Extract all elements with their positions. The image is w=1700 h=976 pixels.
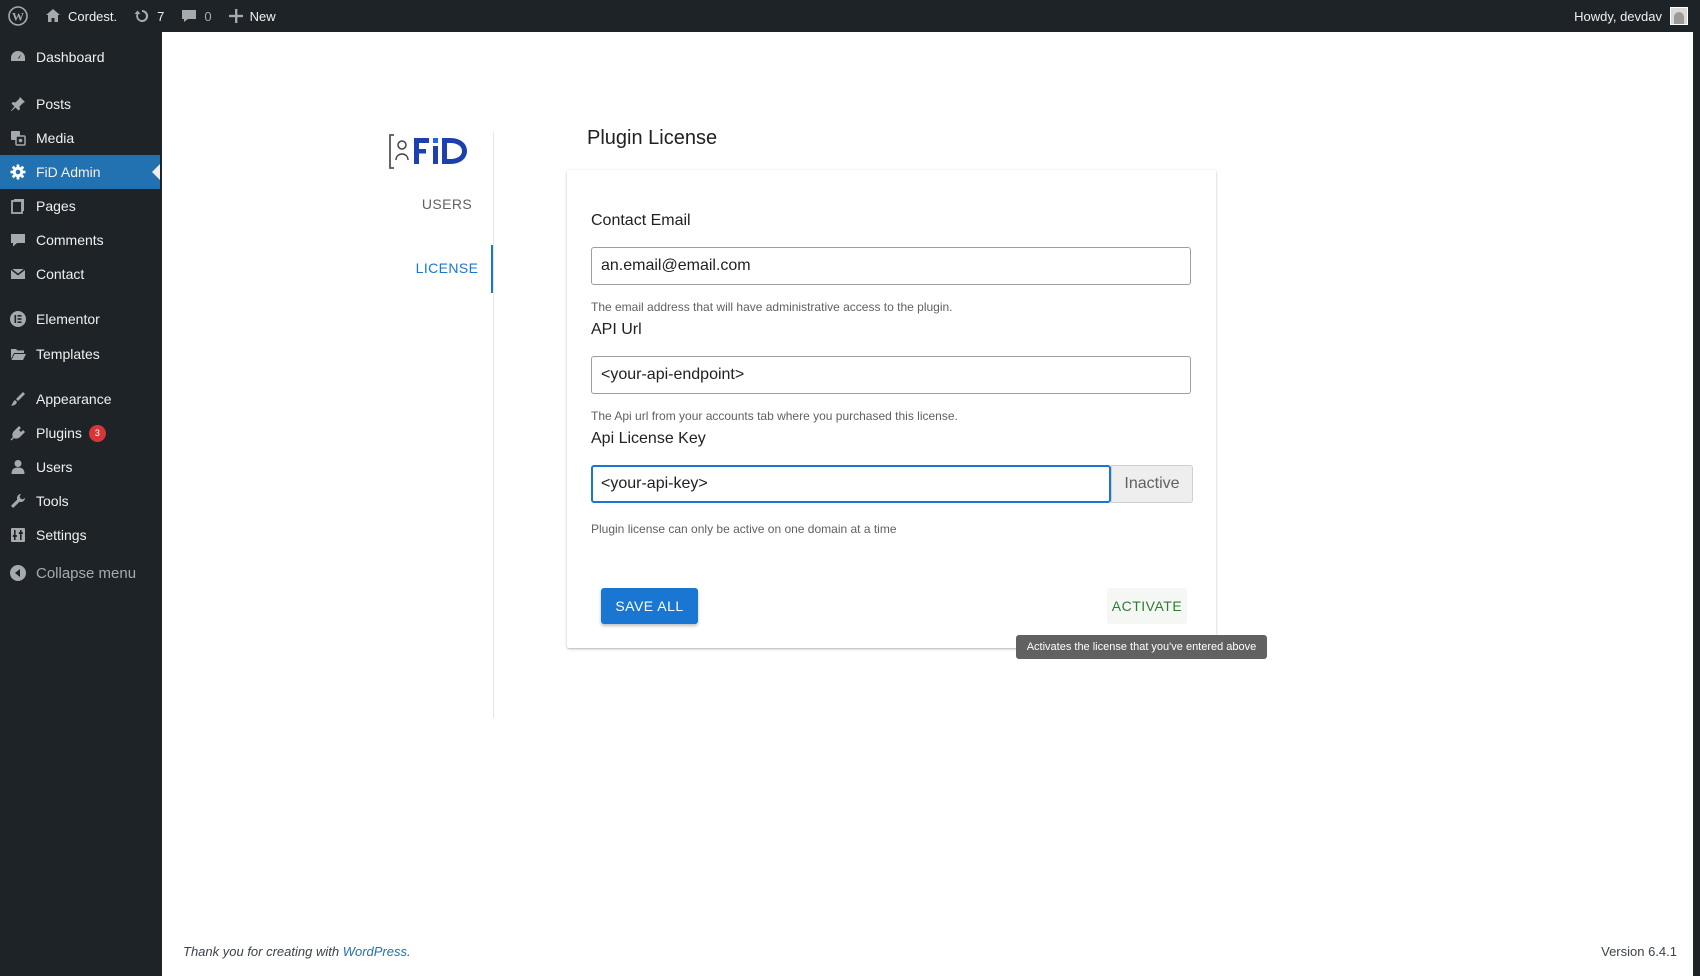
updates-icon <box>134 9 149 22</box>
updates-link[interactable]: 7 <box>125 0 172 32</box>
sidebar-item-label: Comments <box>36 232 104 248</box>
sidebar-item-label: Users <box>36 459 73 475</box>
plugin-icon <box>10 426 25 441</box>
sidebar-item-label: Settings <box>36 527 87 543</box>
comments-link[interactable]: 0 <box>172 0 219 32</box>
sidebar-item-label: Contact <box>36 266 85 282</box>
avatar <box>1670 7 1688 25</box>
brush-icon <box>11 392 25 406</box>
pages-icon <box>11 199 24 214</box>
sidebar-item-label: Elementor <box>36 311 100 327</box>
sidebar-item-pages[interactable]: Pages <box>0 189 160 223</box>
tab-license[interactable]: LICENSE <box>387 260 507 276</box>
site-name-link[interactable]: Cordest. <box>36 0 125 32</box>
admin-sidebar: Dashboard Posts Media FiD Admin Pages Co… <box>0 32 160 976</box>
plugins-update-badge: 3 <box>88 424 106 442</box>
sidebar-item-label: Appearance <box>36 391 112 407</box>
api-key-help: Plugin license can only be active on one… <box>591 522 897 536</box>
sidebar-item-fid-admin[interactable]: FiD Admin <box>0 155 160 189</box>
dashboard-icon <box>11 51 25 61</box>
api-url-field[interactable] <box>591 356 1191 394</box>
updates-count: 7 <box>157 8 165 24</box>
api-url-help: The Api url from your accounts tab where… <box>591 409 958 423</box>
plus-icon <box>228 9 243 23</box>
wordpress-logo-button[interactable]: W <box>0 0 36 32</box>
media-icon <box>11 131 26 146</box>
sidebar-item-elementor[interactable]: Elementor <box>0 302 160 336</box>
contact-email-label: Contact Email <box>591 212 691 229</box>
footer-thanks-text: Thank you for creating with <box>183 944 343 959</box>
sidebar-item-label: FiD Admin <box>36 164 101 180</box>
active-tab-indicator <box>491 245 493 293</box>
mail-icon <box>10 268 26 279</box>
footer-thanks: Thank you for creating with WordPress. <box>183 944 411 959</box>
admin-bar: W Cordest. 7 0 New Howdy, devdav <box>0 0 1700 32</box>
sidebar-item-dashboard[interactable]: Dashboard <box>0 40 160 74</box>
activate-button[interactable]: ACTIVATE <box>1107 588 1187 624</box>
contact-email-help: The email address that will have adminis… <box>591 300 953 314</box>
collapse-icon <box>10 565 26 581</box>
comments-count: 0 <box>204 8 212 24</box>
sidebar-item-contact[interactable]: Contact <box>0 257 160 291</box>
api-key-label: Api License Key <box>591 430 706 447</box>
settings-icon <box>11 528 25 542</box>
home-icon <box>46 9 60 22</box>
collapse-menu-label: Collapse menu <box>36 564 137 582</box>
api-url-label: API Url <box>591 321 642 338</box>
page-title: Plugin License <box>587 127 718 149</box>
sidebar-item-templates[interactable]: Templates <box>0 337 160 371</box>
comment-icon <box>11 234 25 247</box>
sidebar-item-users[interactable]: Users <box>0 450 160 484</box>
greeting: Howdy, devdav <box>1574 8 1662 24</box>
sidebar-item-label: Pages <box>36 198 76 214</box>
sidebar-item-settings[interactable]: Settings <box>0 518 160 552</box>
sidebar-item-media[interactable]: Media <box>0 121 160 155</box>
fid-logo <box>388 132 468 172</box>
sidebar-item-comments[interactable]: Comments <box>0 223 160 257</box>
sidebar-item-appearance[interactable]: Appearance <box>0 382 160 416</box>
pin-icon <box>11 97 25 111</box>
wordpress-icon: W <box>8 6 28 26</box>
nav-divider <box>493 132 494 718</box>
sidebar-item-label: Plugins <box>36 425 82 441</box>
site-name: Cordest. <box>68 8 118 24</box>
main-content: USERS LICENSE Plugin License Contact Ema… <box>162 32 1693 976</box>
new-content-link[interactable]: New <box>220 0 284 32</box>
sidebar-item-label: Tools <box>36 493 69 509</box>
user-icon <box>11 460 25 474</box>
sidebar-item-label: Templates <box>36 346 100 362</box>
sidebar-item-plugins[interactable]: Plugins 3 <box>0 416 160 450</box>
wordpress-link[interactable]: WordPress <box>343 944 407 959</box>
sidebar-item-label: Posts <box>36 96 72 112</box>
wp-version: Version 6.4.1 <box>1601 944 1677 959</box>
folder-icon <box>11 349 26 360</box>
window-edge <box>1693 32 1700 976</box>
sidebar-item-posts[interactable]: Posts <box>0 87 160 121</box>
sidebar-item-tools[interactable]: Tools <box>0 484 160 518</box>
sidebar-item-label: Dashboard <box>36 49 105 65</box>
sidebar-item-label: Media <box>36 130 75 146</box>
svg-text:W: W <box>12 10 24 24</box>
save-all-button[interactable]: SAVE ALL <box>601 588 698 624</box>
contact-email-field[interactable] <box>591 247 1191 285</box>
wrench-icon <box>11 494 25 508</box>
tab-users[interactable]: USERS <box>387 196 507 212</box>
gear-icon <box>10 164 26 180</box>
comment-icon <box>182 10 197 22</box>
footer-thanks-suffix: . <box>407 944 411 959</box>
collapse-menu-button[interactable]: Collapse menu <box>0 556 160 590</box>
license-status-badge: Inactive <box>1111 465 1193 503</box>
elementor-icon <box>10 311 26 327</box>
api-key-field[interactable] <box>591 465 1111 503</box>
activate-tooltip: Activates the license that you've entere… <box>1016 635 1267 659</box>
new-label: New <box>249 8 276 24</box>
license-form-card: Contact Email The email address that wil… <box>567 170 1216 648</box>
account-menu[interactable]: Howdy, devdav <box>1574 7 1700 25</box>
